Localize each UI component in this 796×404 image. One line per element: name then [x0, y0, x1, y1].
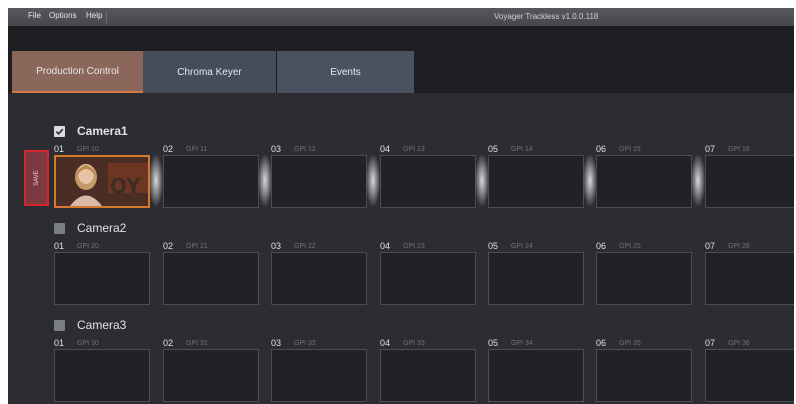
- preset-slot[interactable]: [163, 155, 259, 208]
- slot-gpi-label: GPI 10: [77, 146, 99, 153]
- slot-gpi-label: GPI 13: [403, 146, 425, 153]
- preset-slot[interactable]: [596, 155, 692, 208]
- slot-divider-glow: [366, 155, 380, 206]
- slot-number: 05: [488, 338, 499, 348]
- slot-number: 02: [163, 338, 174, 348]
- slot-divider-glow: [583, 155, 597, 206]
- preset-slot[interactable]: [705, 349, 794, 402]
- slot-gpi-label: GPI 22: [294, 243, 316, 250]
- slot-number: 02: [163, 241, 174, 251]
- slot-gpi-label: GPI 33: [403, 340, 425, 347]
- slot-gpi-label: GPI 23: [403, 243, 425, 250]
- preset-slot[interactable]: [596, 252, 692, 305]
- preset-slot[interactable]: [705, 155, 794, 208]
- preset-slot[interactable]: [54, 252, 150, 305]
- menu-options[interactable]: Options: [49, 11, 77, 20]
- preset-slot[interactable]: [705, 252, 794, 305]
- slot-gpi-label: GPI 32: [294, 340, 316, 347]
- slot-number: 06: [596, 241, 607, 251]
- preset-slot[interactable]: [380, 349, 476, 402]
- camera-checkbox[interactable]: [54, 126, 65, 137]
- slot-gpi-label: GPI 12: [294, 146, 316, 153]
- slot-number: 06: [596, 338, 607, 348]
- svg-text:OY: OY: [110, 174, 141, 198]
- app-window: File Options Help Voyager Trackless v1.0…: [8, 8, 794, 404]
- slot-number: 05: [488, 144, 499, 154]
- slot-number: 07: [705, 144, 716, 154]
- title-bar: File Options Help Voyager Trackless v1.0…: [8, 8, 794, 27]
- slot-number: 02: [163, 144, 174, 154]
- slot-gpi-label: GPI 26: [728, 243, 750, 250]
- menu-file[interactable]: File: [28, 11, 41, 20]
- presenter-image-icon: OY: [56, 157, 148, 206]
- tab-events[interactable]: Events: [277, 51, 414, 93]
- preset-slot[interactable]: [596, 349, 692, 402]
- slot-gpi-label: GPI 25: [619, 243, 641, 250]
- toolbar-strip: [8, 27, 794, 49]
- preset-slot[interactable]: [163, 349, 259, 402]
- menu-divider: [106, 11, 107, 23]
- camera-name: Camera1: [77, 124, 128, 138]
- slot-number: 07: [705, 241, 716, 251]
- slot-gpi-label: GPI 31: [186, 340, 208, 347]
- preset-slot[interactable]: [54, 349, 150, 402]
- preset-slot[interactable]: [380, 252, 476, 305]
- camera-checkbox[interactable]: [54, 320, 65, 331]
- slot-number: 03: [271, 144, 282, 154]
- camera-name: Camera2: [77, 221, 127, 235]
- slot-divider-glow: [691, 155, 705, 206]
- slot-divider-glow: [149, 155, 163, 206]
- slot-number: 05: [488, 241, 499, 251]
- slot-gpi-label: GPI 11: [186, 146, 208, 153]
- tab-production-control[interactable]: Production Control: [12, 51, 143, 93]
- slot-gpi-label: GPI 15: [619, 146, 641, 153]
- slot-gpi-label: GPI 30: [77, 340, 99, 347]
- slot-number: 03: [271, 241, 282, 251]
- camera-checkbox[interactable]: [54, 223, 65, 234]
- slot-divider-glow: [475, 155, 489, 206]
- slot-number: 04: [380, 338, 391, 348]
- slot-number: 04: [380, 241, 391, 251]
- slot-gpi-label: GPI 24: [511, 243, 533, 250]
- preset-slot[interactable]: [163, 252, 259, 305]
- slot-number: 01: [54, 241, 65, 251]
- slot-gpi-label: GPI 34: [511, 340, 533, 347]
- preset-slot[interactable]: [488, 252, 584, 305]
- preset-slot-selected[interactable]: OY: [54, 155, 150, 208]
- slot-divider-glow: [258, 155, 272, 206]
- slot-number: 07: [705, 338, 716, 348]
- slot-gpi-label: GPI 35: [619, 340, 641, 347]
- slot-number: 01: [54, 144, 65, 154]
- slot-number: 01: [54, 338, 65, 348]
- slot-number: 04: [380, 144, 391, 154]
- camera-name: Camera3: [77, 318, 127, 332]
- preset-slot[interactable]: [488, 349, 584, 402]
- preset-slot[interactable]: [488, 155, 584, 208]
- preset-slot[interactable]: [380, 155, 476, 208]
- slot-gpi-label: GPI 20: [77, 243, 99, 250]
- preset-slot[interactable]: [271, 349, 367, 402]
- slot-number: 06: [596, 144, 607, 154]
- save-button-label: SAVE: [33, 170, 40, 186]
- slot-gpi-label: GPI 21: [186, 243, 208, 250]
- check-icon: [55, 128, 64, 136]
- slot-number: 03: [271, 338, 282, 348]
- slot-gpi-label: GPI 36: [728, 340, 750, 347]
- preset-slot[interactable]: [271, 155, 367, 208]
- slot-gpi-label: GPI 14: [511, 146, 533, 153]
- tab-chroma-keyer[interactable]: Chroma Keyer: [143, 51, 276, 93]
- preset-slot[interactable]: [271, 252, 367, 305]
- camera-thumbnail: OY: [56, 157, 148, 206]
- slot-gpi-label: GPI 16: [728, 146, 750, 153]
- app-title: Voyager Trackless v1.0.0.118: [494, 12, 599, 21]
- menu-help[interactable]: Help: [86, 11, 102, 20]
- save-button[interactable]: SAVE: [24, 150, 49, 206]
